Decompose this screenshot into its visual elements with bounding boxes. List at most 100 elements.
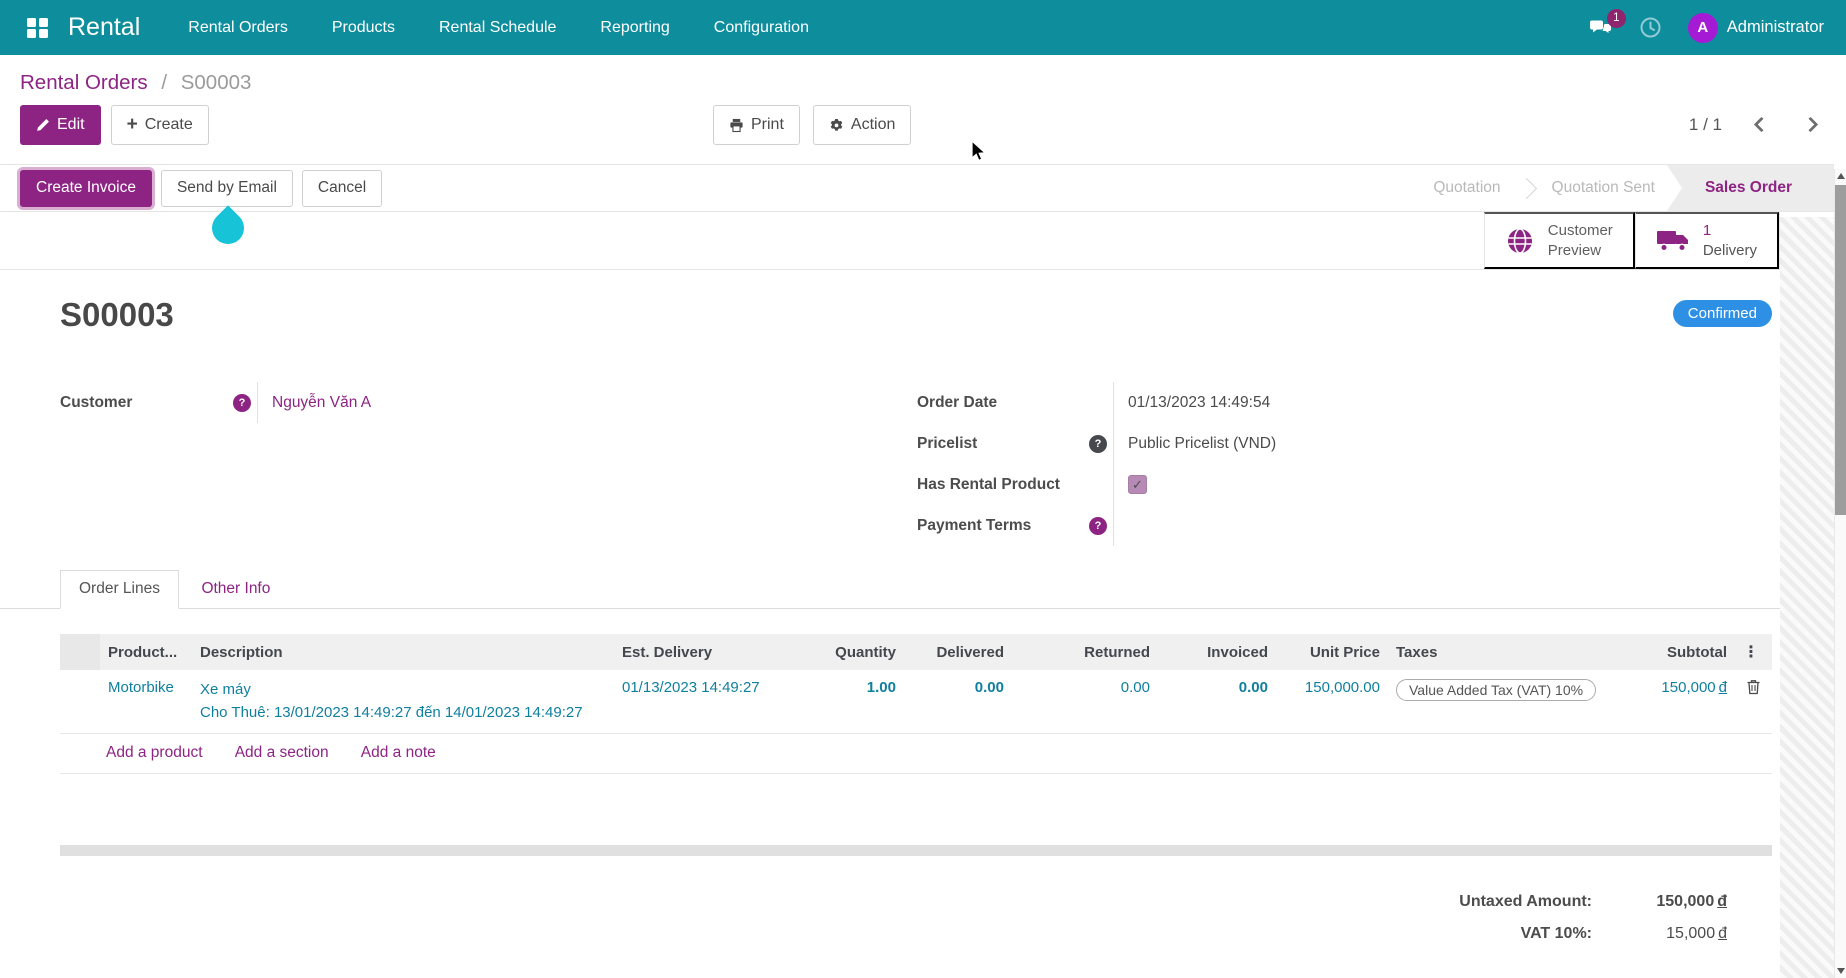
button-box-band: Customer Preview 1 Delivery: [0, 205, 1780, 270]
order-lines-table: Product... Description Est. Delivery Qua…: [60, 634, 1772, 774]
top-navbar: Rental Rental Orders Products Rental Sch…: [0, 0, 1846, 55]
field-payment-terms: Payment Terms: [917, 505, 1772, 546]
customer-link[interactable]: Nguyễn Văn A: [272, 394, 371, 411]
chevron-right-icon: [1802, 116, 1819, 132]
column-header-spacer: [1012, 634, 1040, 670]
pager-count[interactable]: 1 / 1: [1689, 115, 1722, 135]
sheet-edge-stripes: [1780, 217, 1834, 978]
send-by-email-button[interactable]: Send by Email: [160, 169, 293, 207]
breadcrumb-parent-link[interactable]: Rental Orders: [20, 71, 148, 94]
section-divider: [60, 845, 1772, 856]
menu-rental-orders[interactable]: Rental Orders: [188, 19, 288, 37]
step-quotation-sent[interactable]: Quotation Sent: [1540, 165, 1667, 211]
main-menu: Rental Orders Products Rental Schedule R…: [188, 19, 809, 37]
menu-rental-schedule[interactable]: Rental Schedule: [439, 19, 556, 37]
delivery-label: Delivery: [1702, 241, 1757, 259]
field-pricelist: Pricelist Public Pricelist (VND): [917, 423, 1772, 464]
page-title: S00003: [60, 296, 174, 333]
row-handle-cell: [60, 670, 100, 734]
scroll-down-arrow-icon[interactable]: [1837, 968, 1845, 974]
help-icon: [1089, 516, 1107, 535]
step-quotation[interactable]: Quotation: [1421, 165, 1512, 211]
delete-line-button[interactable]: [1746, 679, 1761, 695]
column-header-taxes: Taxes: [1388, 634, 1600, 670]
tab-order-lines[interactable]: Order Lines: [60, 570, 179, 609]
tax-tag[interactable]: Value Added Tax (VAT) 10%: [1396, 679, 1597, 701]
add-a-product-link[interactable]: Add a product: [106, 744, 203, 761]
delivery-smart-button[interactable]: 1 Delivery: [1634, 212, 1779, 269]
column-header-handle: [60, 634, 100, 670]
user-avatar: A: [1687, 12, 1718, 43]
delivered-cell: 0.00: [974, 679, 1004, 696]
messages-count-badge: 1: [1606, 8, 1626, 28]
table-footer-links-row: Add a product Add a section Add a note: [60, 733, 1772, 774]
create-button[interactable]: Create: [110, 105, 209, 145]
menu-products[interactable]: Products: [332, 19, 395, 37]
messages-menu-button[interactable]: 1: [1589, 8, 1626, 38]
truck-icon: [1656, 230, 1688, 251]
form-sheet: S00003 Confirmed Customer Nguyễn Văn A O…: [0, 296, 1846, 950]
app-brand-link[interactable]: Rental: [68, 13, 140, 42]
add-a-note-link[interactable]: Add a note: [361, 744, 436, 761]
column-header-returned: Returned: [1040, 634, 1158, 670]
control-panel: Edit Create Print Action 1 / 1: [0, 105, 1846, 145]
unit-price-cell: 150,000.00: [1304, 679, 1380, 696]
table-header-row: Product... Description Est. Delivery Qua…: [60, 634, 1772, 670]
create-invoice-button[interactable]: Create Invoice: [20, 169, 152, 207]
menu-reporting[interactable]: Reporting: [600, 19, 669, 37]
order-date-value: 01/13/2023 14:49:54: [1128, 393, 1271, 411]
quantity-cell: 1.00: [866, 679, 896, 696]
field-order-date: Order Date 01/13/2023 14:49:54: [917, 382, 1772, 423]
edit-button[interactable]: Edit: [20, 105, 101, 145]
pricelist-value: Public Pricelist (VND): [1128, 434, 1277, 452]
delivery-count: 1: [1702, 222, 1712, 239]
plus-icon: [127, 115, 138, 135]
help-icon: [233, 393, 251, 412]
trash-icon: [1747, 680, 1760, 695]
vat-label: VAT 10%:: [1520, 925, 1592, 942]
gear-icon: [830, 118, 843, 131]
cancel-button[interactable]: Cancel: [301, 169, 383, 207]
field-separator: [1113, 505, 1114, 546]
has-rental-product-checkbox[interactable]: [1128, 475, 1147, 494]
column-header-unit-price: Unit Price: [1276, 634, 1388, 670]
help-icon: [1089, 434, 1107, 453]
breadcrumb-separator: /: [161, 71, 168, 94]
customer-preview-smart-button[interactable]: Customer Preview: [1483, 212, 1635, 269]
printer-icon: [730, 118, 743, 132]
column-header-delivered: Delivered: [904, 634, 1012, 670]
user-menu-button[interactable]: A Administrator: [1687, 12, 1824, 43]
action-button[interactable]: Action: [812, 105, 912, 145]
pager-previous-button[interactable]: [1752, 114, 1771, 137]
activities-clock-icon[interactable]: [1639, 16, 1662, 39]
column-header-product: Product...: [100, 634, 192, 670]
chevron-left-icon: [1753, 116, 1770, 132]
apps-grid-icon: [27, 17, 48, 38]
user-name-label: Administrator: [1726, 18, 1824, 36]
step-chevron-icon: [1515, 177, 1537, 199]
vat-value: 15,000 đ: [1666, 925, 1727, 942]
column-header-est-delivery: Est. Delivery: [614, 634, 794, 670]
totals-block: Untaxed Amount: 150,000 đ VAT 10%: 15,000…: [60, 886, 1772, 950]
product-link[interactable]: Motorbike: [108, 679, 174, 696]
print-button[interactable]: Print: [713, 105, 800, 145]
returned-cell: 0.00: [1120, 679, 1150, 696]
step-sales-order[interactable]: Sales Order: [1666, 165, 1834, 211]
tab-other-info[interactable]: Other Info: [183, 571, 288, 608]
menu-configuration[interactable]: Configuration: [714, 19, 809, 37]
statusbar-steps: Quotation Quotation Sent Sales Order: [1421, 165, 1834, 211]
pager-next-button[interactable]: [1801, 114, 1820, 137]
scrollbar-thumb[interactable]: [1835, 185, 1846, 515]
untaxed-amount-label: Untaxed Amount:: [1459, 893, 1592, 910]
vertical-scrollbar[interactable]: [1834, 169, 1846, 978]
column-header-description: Description: [192, 634, 614, 670]
add-a-section-link[interactable]: Add a section: [235, 744, 329, 761]
column-header-invoiced: Invoiced: [1158, 634, 1276, 670]
subtotal-cell: 150,000 đ: [1661, 679, 1727, 696]
order-line-row[interactable]: Motorbike Xe máy Cho Thuê: 13/01/2023 14…: [60, 670, 1772, 734]
apps-menu-button[interactable]: [22, 13, 52, 43]
optional-columns-button[interactable]: [1735, 634, 1772, 670]
column-header-quantity: Quantity: [794, 634, 904, 670]
scroll-up-arrow-icon[interactable]: [1837, 173, 1845, 179]
status-badge: Confirmed: [1672, 300, 1772, 327]
